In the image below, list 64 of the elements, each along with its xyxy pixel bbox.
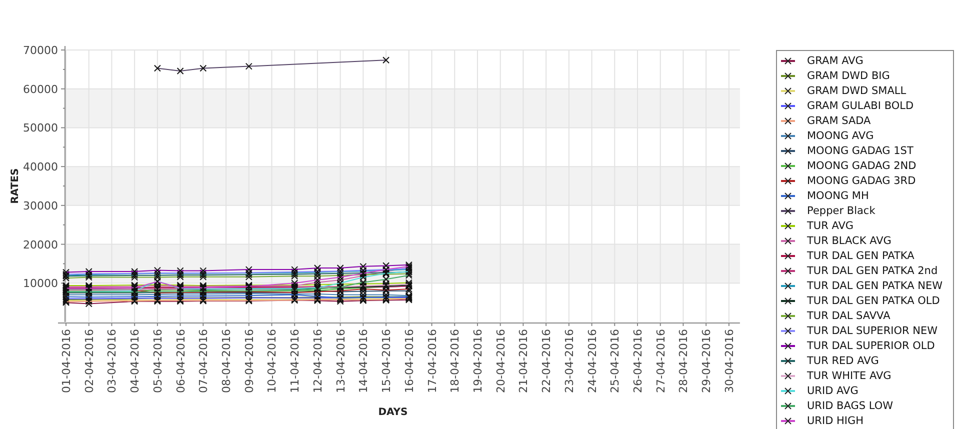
y-tick-label: 10000 xyxy=(23,277,58,290)
legend-label: TUR AVG xyxy=(807,220,854,232)
x-tick-label: 16-04-2016 xyxy=(402,329,416,393)
legend-label: GRAM GULABI BOLD xyxy=(807,100,914,112)
x-tick-label: 23-04-2016 xyxy=(562,329,576,393)
x-tick-label: 11-04-2016 xyxy=(288,329,302,393)
legend-label: GRAM AVG xyxy=(807,54,864,66)
y-axis-title: RATES xyxy=(10,168,21,204)
x-tick-label: 28-04-2016 xyxy=(677,329,690,393)
y-tick-label: 70000 xyxy=(23,44,58,57)
legend-label: MOONG GADAG 1ST xyxy=(807,144,914,156)
x-tick-label: 20-04-2016 xyxy=(494,329,508,393)
x-tick-label: 02-04-2016 xyxy=(82,329,96,393)
x-tick-label: 22-04-2016 xyxy=(540,329,554,393)
y-tick-label: 30000 xyxy=(23,199,58,212)
x-tick-label: 03-04-2016 xyxy=(106,329,119,393)
x-tick-label: 08-04-2016 xyxy=(220,329,234,393)
legend-label: URID BAGS LOW xyxy=(807,400,893,412)
x-tick-label: 15-04-2016 xyxy=(380,329,394,393)
legend-label: MOONG AVG xyxy=(807,130,874,142)
x-tick-label: 14-04-2016 xyxy=(357,329,370,393)
x-tick-label: 26-04-2016 xyxy=(632,329,644,393)
y-tick-label: 50000 xyxy=(23,122,58,135)
x-tick-label: 24-04-2016 xyxy=(586,329,599,393)
x-tick-label: 25-04-2016 xyxy=(608,329,622,393)
x-tick-label: 27-04-2016 xyxy=(654,329,668,393)
x-tick-label: 10-04-2016 xyxy=(266,329,279,393)
y-tick-label: 20000 xyxy=(23,238,58,252)
legend-label: TUR DAL GEN PATKA xyxy=(807,250,914,262)
legend-label: TUR RED AVG xyxy=(807,354,879,366)
legend-label: URID HIGH xyxy=(807,414,864,426)
legend-label: TUR DAL GEN PATKA OLD xyxy=(807,294,940,306)
legend-label: MOONG GADAG 3RD xyxy=(807,174,916,186)
x-tick-label: 18-04-2016 xyxy=(448,329,462,393)
x-tick-label: 21-04-2016 xyxy=(517,329,530,393)
x-tick-label: 05-04-2016 xyxy=(151,329,164,393)
y-tick-label: 40000 xyxy=(23,160,58,174)
x-tick-label: 07-04-2016 xyxy=(197,329,210,393)
legend-label: URID AVG xyxy=(807,384,858,396)
x-tick-label: 13-04-2016 xyxy=(334,329,348,393)
legend-label: TUR DAL SUPERIOR NEW xyxy=(807,324,938,336)
legend-label: GRAM SADA xyxy=(807,114,871,126)
legend-label: TUR DAL SUPERIOR OLD xyxy=(807,340,935,352)
legend-label: TUR BLACK AVG xyxy=(807,234,892,246)
y-tick-label: 60000 xyxy=(23,82,58,96)
x-tick-label: 09-04-2016 xyxy=(242,329,256,393)
legend-label: TUR DAL GEN PATKA NEW xyxy=(807,280,943,292)
x-tick-label: 01-04-2016 xyxy=(60,329,73,393)
x-tick-label: 12-04-2016 xyxy=(311,329,324,393)
legend-label: MOONG MH xyxy=(807,190,869,202)
legend-label: TUR DAL GEN PATKA 2nd xyxy=(807,264,938,276)
x-tick-label: 19-04-2016 xyxy=(471,329,484,393)
x-axis-title: DAYS xyxy=(378,407,408,418)
legend-label: TUR DAL SAVVA xyxy=(807,310,890,322)
x-tick-label: 17-04-2016 xyxy=(426,329,439,393)
x-tick-label: 30-04-2016 xyxy=(722,329,736,393)
x-tick-label: 04-04-2016 xyxy=(128,329,142,393)
x-tick-label: 29-04-2016 xyxy=(700,329,714,393)
legend-label: TUR WHITE AVG xyxy=(807,370,892,382)
legend-label: MOONG GADAG 2ND xyxy=(807,160,916,172)
legend-label: GRAM DWD SMALL xyxy=(807,84,906,96)
x-tick-label: 06-04-2016 xyxy=(174,329,188,393)
legend-label: Pepper Black xyxy=(807,204,876,216)
legend-label: GRAM DWD BIG xyxy=(807,70,890,82)
